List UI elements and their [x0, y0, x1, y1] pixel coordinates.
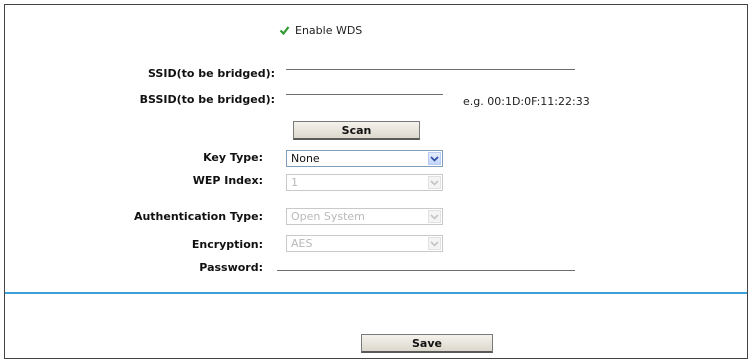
- scan-button[interactable]: Scan: [293, 121, 420, 140]
- bssid-label: BSSID(to be bridged):: [139, 93, 275, 106]
- wds-settings-panel: Enable WDS SSID(to be bridged): BSSID(to…: [4, 4, 748, 359]
- enable-wds-label: Enable WDS: [295, 24, 363, 37]
- key-type-value: None: [291, 152, 320, 165]
- bssid-input[interactable]: [286, 77, 443, 95]
- authentication-type-label: Authentication Type:: [133, 210, 263, 223]
- save-button[interactable]: Save: [361, 334, 493, 353]
- checkmark-icon: [279, 26, 290, 36]
- authentication-type-select[interactable]: Open System: [286, 208, 443, 225]
- wep-index-select[interactable]: 1: [286, 174, 443, 191]
- chevron-down-icon[interactable]: [428, 152, 441, 165]
- enable-wds-checkbox[interactable]: [279, 25, 290, 36]
- ssid-input[interactable]: [286, 52, 575, 70]
- chevron-down-icon: [428, 237, 441, 250]
- key-type-select[interactable]: None: [286, 150, 443, 167]
- bssid-example-hint: e.g. 00:1D:0F:11:22:33: [463, 95, 590, 108]
- ssid-label: SSID(to be bridged):: [148, 67, 275, 80]
- key-type-label: Key Type:: [203, 151, 263, 164]
- authentication-type-value: Open System: [291, 210, 365, 223]
- encryption-label: Encryption:: [191, 238, 263, 251]
- encryption-select[interactable]: AES: [286, 235, 443, 252]
- chevron-down-icon: [428, 210, 441, 223]
- wep-index-label: WEP Index:: [192, 174, 263, 187]
- section-divider: [5, 292, 747, 294]
- password-input[interactable]: [277, 253, 575, 271]
- chevron-down-icon: [428, 176, 441, 189]
- wep-index-value: 1: [291, 176, 298, 189]
- password-label: Password:: [199, 261, 263, 274]
- encryption-value: AES: [291, 237, 313, 250]
